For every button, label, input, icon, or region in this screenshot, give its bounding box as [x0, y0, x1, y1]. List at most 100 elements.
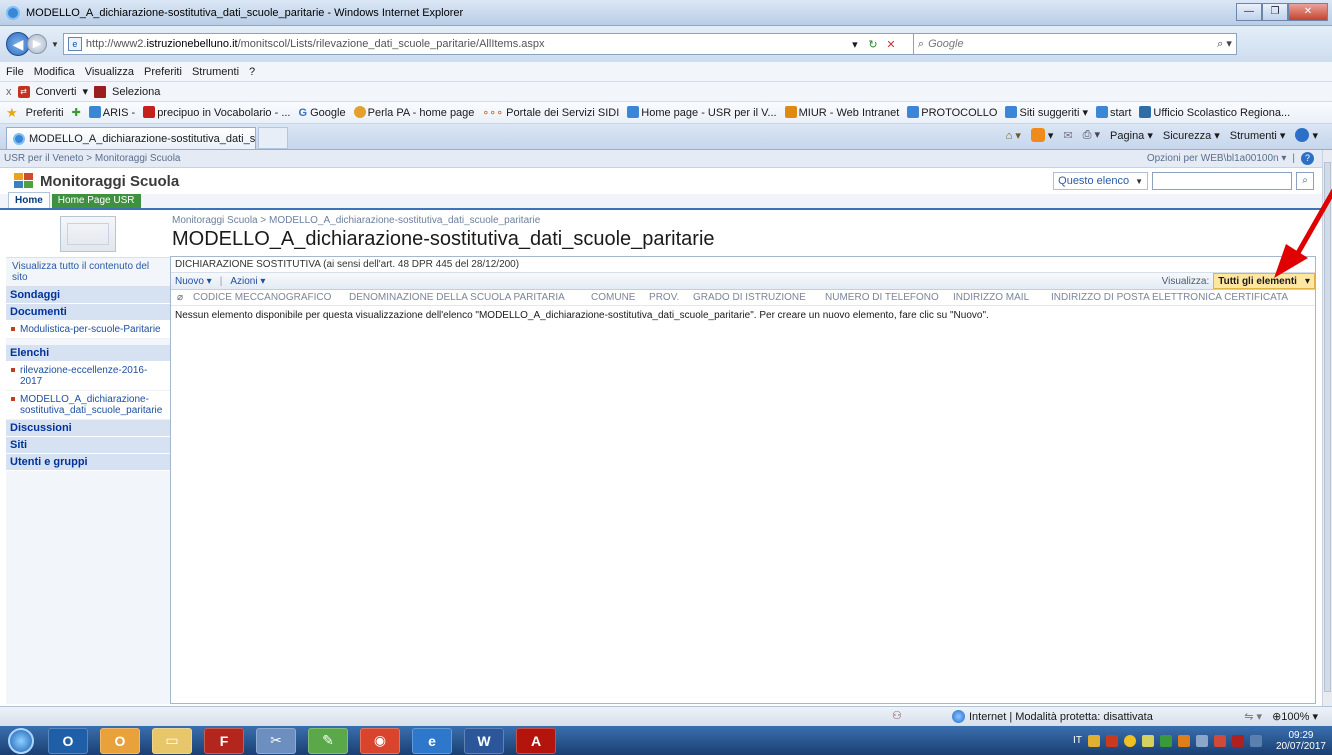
- history-dropdown-icon[interactable]: ▼: [51, 40, 59, 49]
- fav-siti-suggeriti[interactable]: Siti suggeriti ▾: [1005, 106, 1088, 119]
- view-all-content-link[interactable]: Visualizza tutto il contenuto del sito: [6, 258, 170, 287]
- nav-heading-elenchi[interactable]: Elenchi: [6, 345, 170, 362]
- search-box[interactable]: ⌕ Google ⌕ ▾: [912, 33, 1237, 55]
- taskbar-paint-icon[interactable]: ✎: [308, 727, 348, 754]
- address-dropdown-icon[interactable]: ▾: [847, 38, 863, 51]
- restore-button[interactable]: ❐: [1262, 3, 1288, 21]
- taskbar-acrobat-icon[interactable]: A: [516, 727, 556, 754]
- converti-dropdown-icon[interactable]: ▾: [82, 85, 88, 98]
- tray-icon[interactable]: [1249, 734, 1262, 747]
- nav-heading-discussioni[interactable]: Discussioni: [6, 420, 170, 437]
- converti-button[interactable]: Converti: [36, 86, 77, 98]
- close-button[interactable]: ✕: [1288, 3, 1328, 21]
- fav-protocollo[interactable]: PROTOCOLLO: [907, 106, 997, 119]
- tray-icon[interactable]: [1105, 734, 1118, 747]
- azioni-menu[interactable]: Azioni ▾: [230, 276, 265, 287]
- protected-mode-icon[interactable]: ⇋ ▾: [1244, 710, 1262, 723]
- column-header[interactable]: CODICE MECCANOGRAFICO: [193, 292, 349, 303]
- mail-icon[interactable]: ✉: [1063, 129, 1072, 142]
- menu-visualizza[interactable]: Visualizza: [85, 66, 134, 78]
- column-header[interactable]: PROV.: [649, 292, 693, 303]
- site-title[interactable]: Monitoraggi Scuola: [40, 173, 179, 190]
- global-breadcrumb[interactable]: USR per il Veneto > Monitoraggi Scuola: [4, 153, 181, 164]
- nuovo-menu[interactable]: Nuovo ▾: [175, 276, 212, 287]
- nav-heading-siti[interactable]: Siti: [6, 437, 170, 454]
- fav-google[interactable]: G Google: [299, 107, 346, 119]
- fav-perla[interactable]: Perla PA - home page: [353, 106, 474, 119]
- taskbar-outlook-icon[interactable]: O: [48, 727, 88, 754]
- nav-heading-documenti[interactable]: Documenti: [6, 304, 170, 321]
- tray-icon[interactable]: [1195, 734, 1208, 747]
- sicurezza-menu[interactable]: Sicurezza ▾: [1163, 129, 1220, 142]
- clock[interactable]: 09:29 20/07/2017: [1276, 730, 1326, 752]
- home-icon[interactable]: ⌂ ▾: [1006, 129, 1021, 142]
- page-breadcrumb[interactable]: Monitoraggi Scuola > MODELLO_A_dichiaraz…: [172, 215, 540, 226]
- strumenti-menu[interactable]: Strumenti ▾: [1230, 129, 1286, 142]
- fav-miur[interactable]: MIUR - Web Intranet: [784, 106, 899, 119]
- column-header[interactable]: INDIRIZZO DI POSTA ELETTRONICA CERTIFICA…: [1051, 292, 1288, 303]
- menu-preferiti[interactable]: Preferiti: [144, 66, 182, 78]
- fav-vocabolario[interactable]: precipuo in Vocabolario - ...: [143, 106, 291, 119]
- search-scope-dropdown[interactable]: Questo elenco ▼: [1053, 172, 1148, 190]
- menu-strumenti[interactable]: Strumenti: [192, 66, 239, 78]
- fav-aris[interactable]: ARIS -: [88, 106, 135, 119]
- fav-start[interactable]: start: [1095, 106, 1131, 119]
- nav-heading-utenti[interactable]: Utenti e gruppi: [6, 454, 170, 471]
- taskbar-ie-icon[interactable]: e: [412, 727, 452, 754]
- add-favorite-icon[interactable]: ✚: [72, 106, 81, 119]
- scrollbar-thumb[interactable]: [1324, 162, 1331, 692]
- stop-icon[interactable]: ✕: [883, 38, 899, 51]
- attachment-icon[interactable]: ⌀: [177, 292, 183, 303]
- tray-icon[interactable]: [1123, 734, 1136, 747]
- column-header[interactable]: NUMERO DI TELEFONO: [825, 292, 953, 303]
- zoom-level[interactable]: ⊕100% ▾: [1272, 710, 1318, 723]
- tab-home[interactable]: Home: [8, 192, 50, 208]
- minimize-button[interactable]: —: [1236, 3, 1262, 21]
- tray-icon[interactable]: [1087, 734, 1100, 747]
- pagina-menu[interactable]: Pagina ▾: [1110, 129, 1153, 142]
- nav-item-rilevazione[interactable]: rilevazione-eccellenze-2016-2017: [6, 362, 170, 391]
- tray-icon[interactable]: [1231, 734, 1244, 747]
- rss-feed-icon[interactable]: ▾: [1030, 128, 1053, 142]
- nav-item-modulistica[interactable]: Modulistica-per-scuole-Paritarie: [6, 321, 170, 339]
- fav-ufficio[interactable]: Ufficio Scolastico Regiona...: [1139, 106, 1290, 119]
- column-header[interactable]: GRADO DI ISTRUZIONE: [693, 292, 825, 303]
- taskbar-snipping-icon[interactable]: ✂: [256, 727, 296, 754]
- column-header[interactable]: COMUNE: [591, 292, 649, 303]
- new-tab-button[interactable]: [258, 127, 288, 149]
- menu-file[interactable]: File: [6, 66, 24, 78]
- language-indicator[interactable]: IT: [1073, 735, 1082, 746]
- tab-home-page-usr[interactable]: Home Page USR: [51, 194, 141, 208]
- menu-help[interactable]: ?: [249, 66, 255, 78]
- favorites-button[interactable]: Preferiti: [26, 107, 64, 119]
- nav-heading-sondaggi[interactable]: Sondaggi: [6, 287, 170, 304]
- nav-item-modello-a[interactable]: MODELLO_A_dichiarazione-sostitutiva_dati…: [6, 391, 170, 420]
- sp-help-icon[interactable]: ?: [1301, 152, 1314, 165]
- taskbar-chrome-icon[interactable]: ◉: [360, 727, 400, 754]
- taskbar-word-icon[interactable]: W: [464, 727, 504, 754]
- column-header[interactable]: INDIRIZZO MAIL: [953, 292, 1051, 303]
- site-search-button[interactable]: ⌕: [1296, 172, 1314, 190]
- browser-tab-active[interactable]: MODELLO_A_dichiarazione-sostitutiva_dati…: [6, 127, 256, 149]
- toolbar-close-icon[interactable]: x: [6, 86, 12, 98]
- taskbar-filezilla-icon[interactable]: F: [204, 727, 244, 754]
- seleziona-button[interactable]: Seleziona: [112, 86, 160, 98]
- site-search-input[interactable]: [1152, 172, 1292, 190]
- security-zone[interactable]: Internet | Modalità protetta: disattivat…: [952, 710, 1153, 723]
- tray-icon[interactable]: [1213, 734, 1226, 747]
- user-menu[interactable]: Opzioni per WEB\bl1a00100n ▾: [1147, 153, 1287, 164]
- fav-usr[interactable]: Home page - USR per il V...: [627, 106, 777, 119]
- refresh-icon[interactable]: ↻: [865, 38, 881, 51]
- view-dropdown[interactable]: Tutti gli elementi ▾: [1213, 273, 1315, 289]
- taskbar-explorer-icon[interactable]: ▭: [152, 727, 192, 754]
- address-bar[interactable]: e http://www2. istruzionebelluno.it/monit…: [62, 33, 943, 55]
- column-header[interactable]: DENOMINAZIONE DELLA SCUOLA PARITARIA: [349, 292, 591, 303]
- taskbar-outlook-calendar-icon[interactable]: O: [100, 727, 140, 754]
- tray-icon[interactable]: [1141, 734, 1154, 747]
- fav-sidi[interactable]: ∘∘∘ Portale dei Servizi SIDI: [482, 106, 619, 119]
- help-menu-icon[interactable]: ▾: [1295, 128, 1318, 142]
- search-go-icon[interactable]: ⌕ ▾: [1217, 37, 1232, 51]
- print-icon[interactable]: ⎙ ▾: [1083, 128, 1100, 142]
- start-button[interactable]: [8, 727, 34, 754]
- menu-modifica[interactable]: Modifica: [34, 66, 75, 78]
